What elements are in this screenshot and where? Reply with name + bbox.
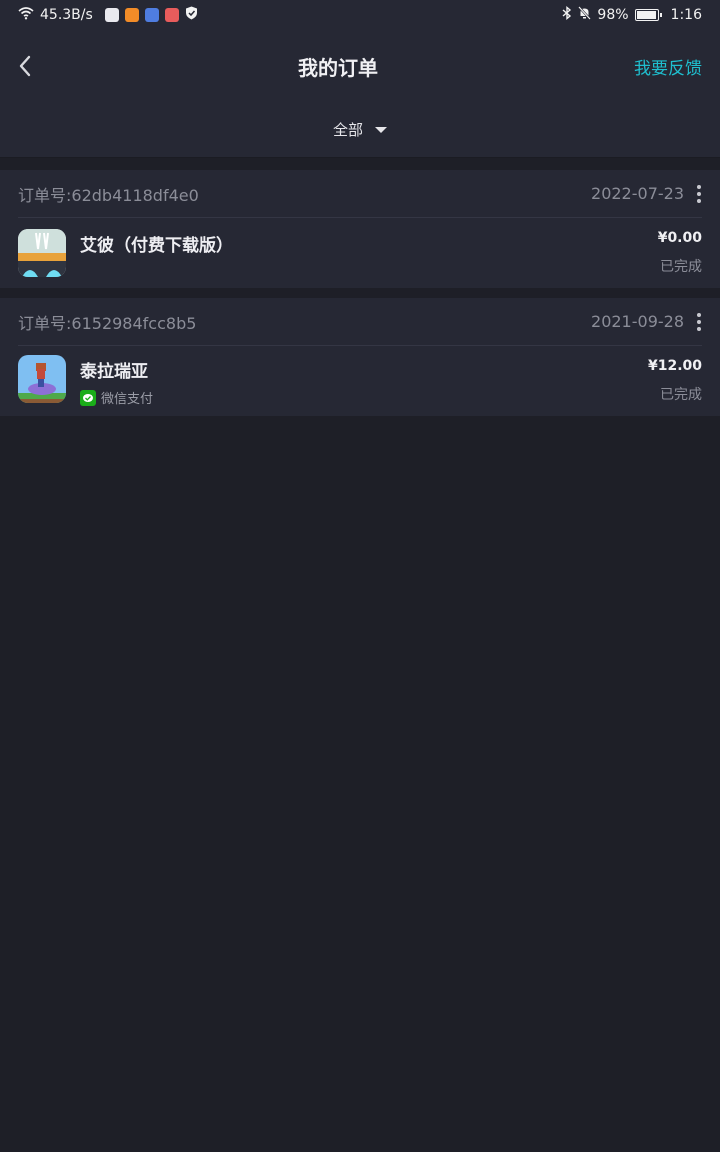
order-number-label: 订单号: (18, 313, 72, 333)
battery-percent: 98% (597, 7, 629, 23)
product-name: 艾彼（付费下载版） (80, 236, 233, 256)
section-gap (0, 158, 720, 170)
mute-bell-icon (578, 6, 592, 24)
order-date: 2021-09-28 (591, 312, 684, 331)
wifi-icon (18, 6, 34, 24)
order-price: ¥0.00 (657, 230, 702, 246)
filter-selected-label: 全部 (332, 121, 363, 139)
section-gap (0, 288, 720, 298)
order-status: 已完成 (660, 259, 702, 275)
more-options-icon[interactable] (696, 312, 702, 331)
battery-icon (634, 9, 662, 21)
status-bar-left: 45.3B/s (18, 6, 198, 24)
shield-icon (185, 6, 198, 24)
order-status: 已完成 (660, 387, 702, 403)
clock: 1:16 (670, 7, 702, 23)
wechat-pay-icon (80, 389, 96, 406)
mail-icon (104, 8, 119, 22)
feedback-link[interactable]: 我要反馈 (634, 54, 702, 79)
app-icon-aibi (18, 229, 66, 277)
red-app-icon (164, 8, 179, 22)
order-item[interactable]: 泰拉瑞亚 微信支付 ¥12.00 已完成 (18, 346, 702, 416)
order-header: 订单号:6152984fcc8b5 2021-09-28 (18, 298, 702, 346)
top-nav-bar: 我的订单 我要反馈 (0, 30, 720, 102)
order-number-label: 订单号: (18, 185, 72, 205)
app-icon-terraria (18, 355, 66, 403)
network-speed: 45.3B/s (40, 7, 93, 23)
order-item[interactable]: 艾彼（付费下载版） ¥0.00 已完成 (18, 218, 702, 288)
status-bar: 45.3B/s 98% 1:16 (0, 0, 720, 30)
play-app-icon (124, 8, 139, 22)
bluetooth-icon (562, 6, 572, 24)
order-price: ¥12.00 (647, 358, 702, 374)
payment-method: 微信支付 (80, 388, 153, 407)
status-bar-right: 98% 1:16 (562, 6, 702, 24)
order-date: 2022-07-23 (591, 184, 684, 203)
browser-app-icon (144, 8, 159, 22)
order-card[interactable]: 订单号:62db4118df4e0 2022-07-23 艾彼（付费下载版） ¥… (0, 170, 720, 288)
order-filter-dropdown[interactable]: 全部 (0, 102, 720, 158)
more-options-icon[interactable] (696, 184, 702, 203)
order-number: 订单号:6152984fcc8b5 (18, 310, 196, 334)
order-number-value: 62db4118df4e0 (71, 185, 199, 205)
product-name: 泰拉瑞亚 (80, 362, 148, 382)
order-card[interactable]: 订单号:6152984fcc8b5 2021-09-28 泰拉瑞亚 微信支付 ¥… (0, 298, 720, 416)
caret-down-icon (375, 126, 387, 133)
back-button[interactable] (18, 54, 42, 78)
order-header: 订单号:62db4118df4e0 2022-07-23 (18, 170, 702, 218)
battery-level-fill (636, 11, 657, 19)
chevron-left-icon (19, 55, 31, 77)
payment-method-label: 微信支付 (101, 392, 154, 407)
order-number: 订单号:62db4118df4e0 (18, 182, 199, 206)
order-number-value: 6152984fcc8b5 (71, 313, 197, 333)
page-title: 我的订单 (298, 55, 378, 80)
